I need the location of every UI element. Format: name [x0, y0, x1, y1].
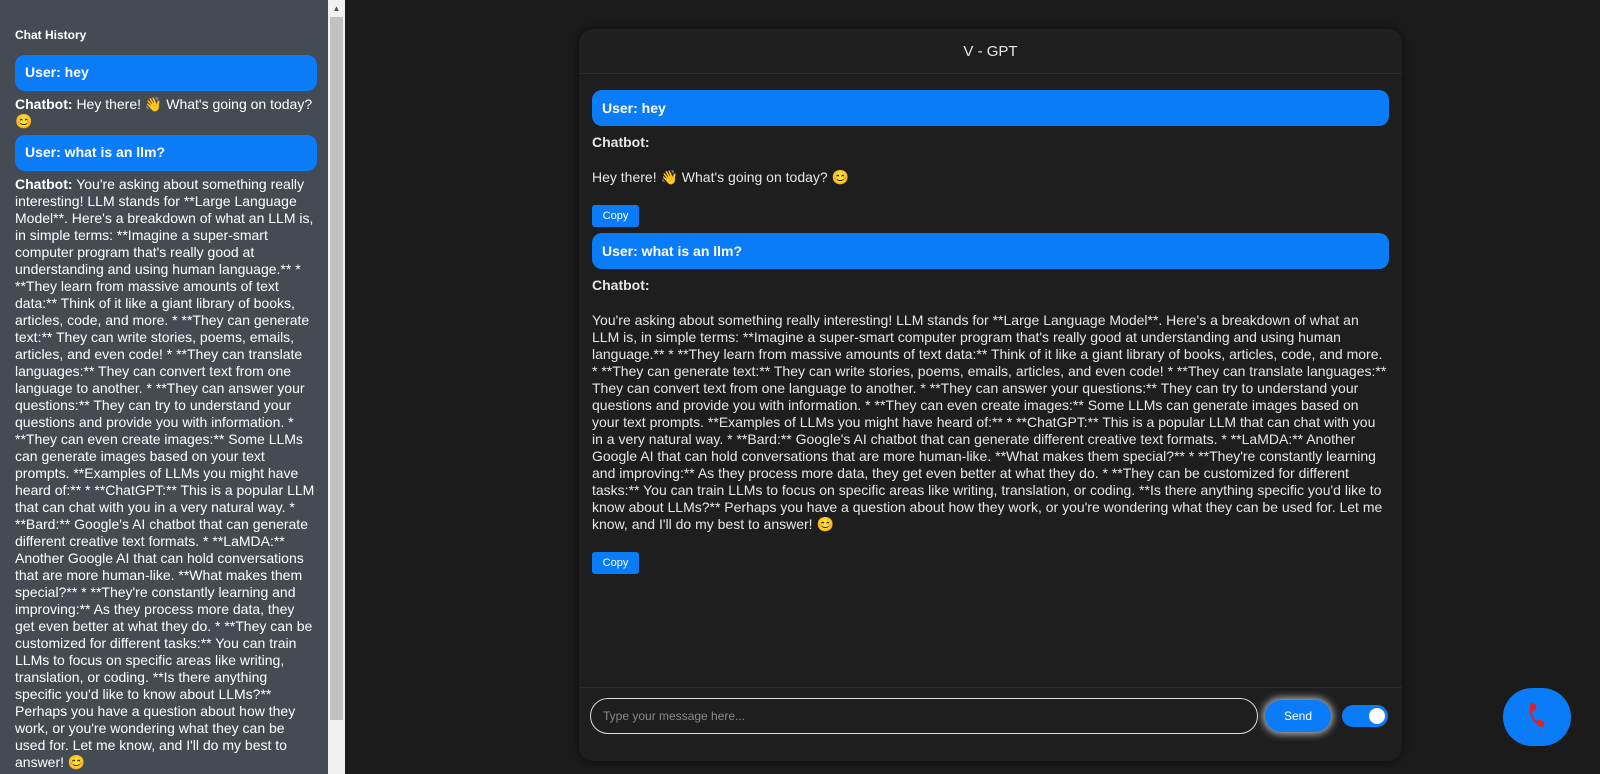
- history-bot-label: Chatbot:: [15, 176, 73, 192]
- history-bot-message: Chatbot: You're asking about something r…: [15, 176, 317, 771]
- sidebar-title: Chat History: [15, 28, 87, 42]
- chat-panel: V - GPT User: hey Chatbot: Hey there! 👋 …: [579, 29, 1402, 761]
- history-user-message: User: hey: [15, 55, 317, 91]
- user-message: User: hey: [592, 90, 1389, 126]
- bot-label: Chatbot:: [592, 134, 650, 150]
- copy-button[interactable]: Copy: [592, 205, 639, 227]
- bot-message-text: You're asking about something really int…: [592, 312, 1387, 532]
- history-bot-label: Chatbot:: [15, 96, 73, 112]
- user-message: User: what is an llm?: [592, 233, 1389, 269]
- scrollbar-thumb[interactable]: [330, 17, 343, 720]
- history-user-message: User: what is an llm?: [15, 135, 317, 171]
- toggle-switch[interactable]: [1342, 705, 1388, 727]
- call-button[interactable]: [1503, 688, 1571, 746]
- scroll-up-arrow-icon[interactable]: ▲: [328, 0, 345, 17]
- input-bar: Send: [579, 687, 1402, 761]
- toggle-knob: [1369, 708, 1385, 724]
- sidebar-scrollbar[interactable]: ▲: [328, 0, 345, 774]
- bot-message-text: Hey there! 👋 What's going on today? 😊: [592, 169, 849, 185]
- chat-title: V - GPT: [579, 29, 1402, 74]
- bot-label: Chatbot:: [592, 277, 650, 293]
- copy-button[interactable]: Copy: [592, 552, 639, 574]
- send-button[interactable]: Send: [1265, 700, 1331, 732]
- message-input[interactable]: [590, 698, 1258, 734]
- history-bot-message: Chatbot: Hey there! 👋 What's going on to…: [15, 96, 317, 130]
- phone-icon: [1524, 702, 1550, 733]
- chat-history-sidebar: Chat History User: hey Chatbot: Hey ther…: [0, 0, 328, 774]
- history-bot-text: You're asking about something really int…: [15, 176, 315, 770]
- message-list: User: hey Chatbot: Hey there! 👋 What's g…: [579, 74, 1402, 580]
